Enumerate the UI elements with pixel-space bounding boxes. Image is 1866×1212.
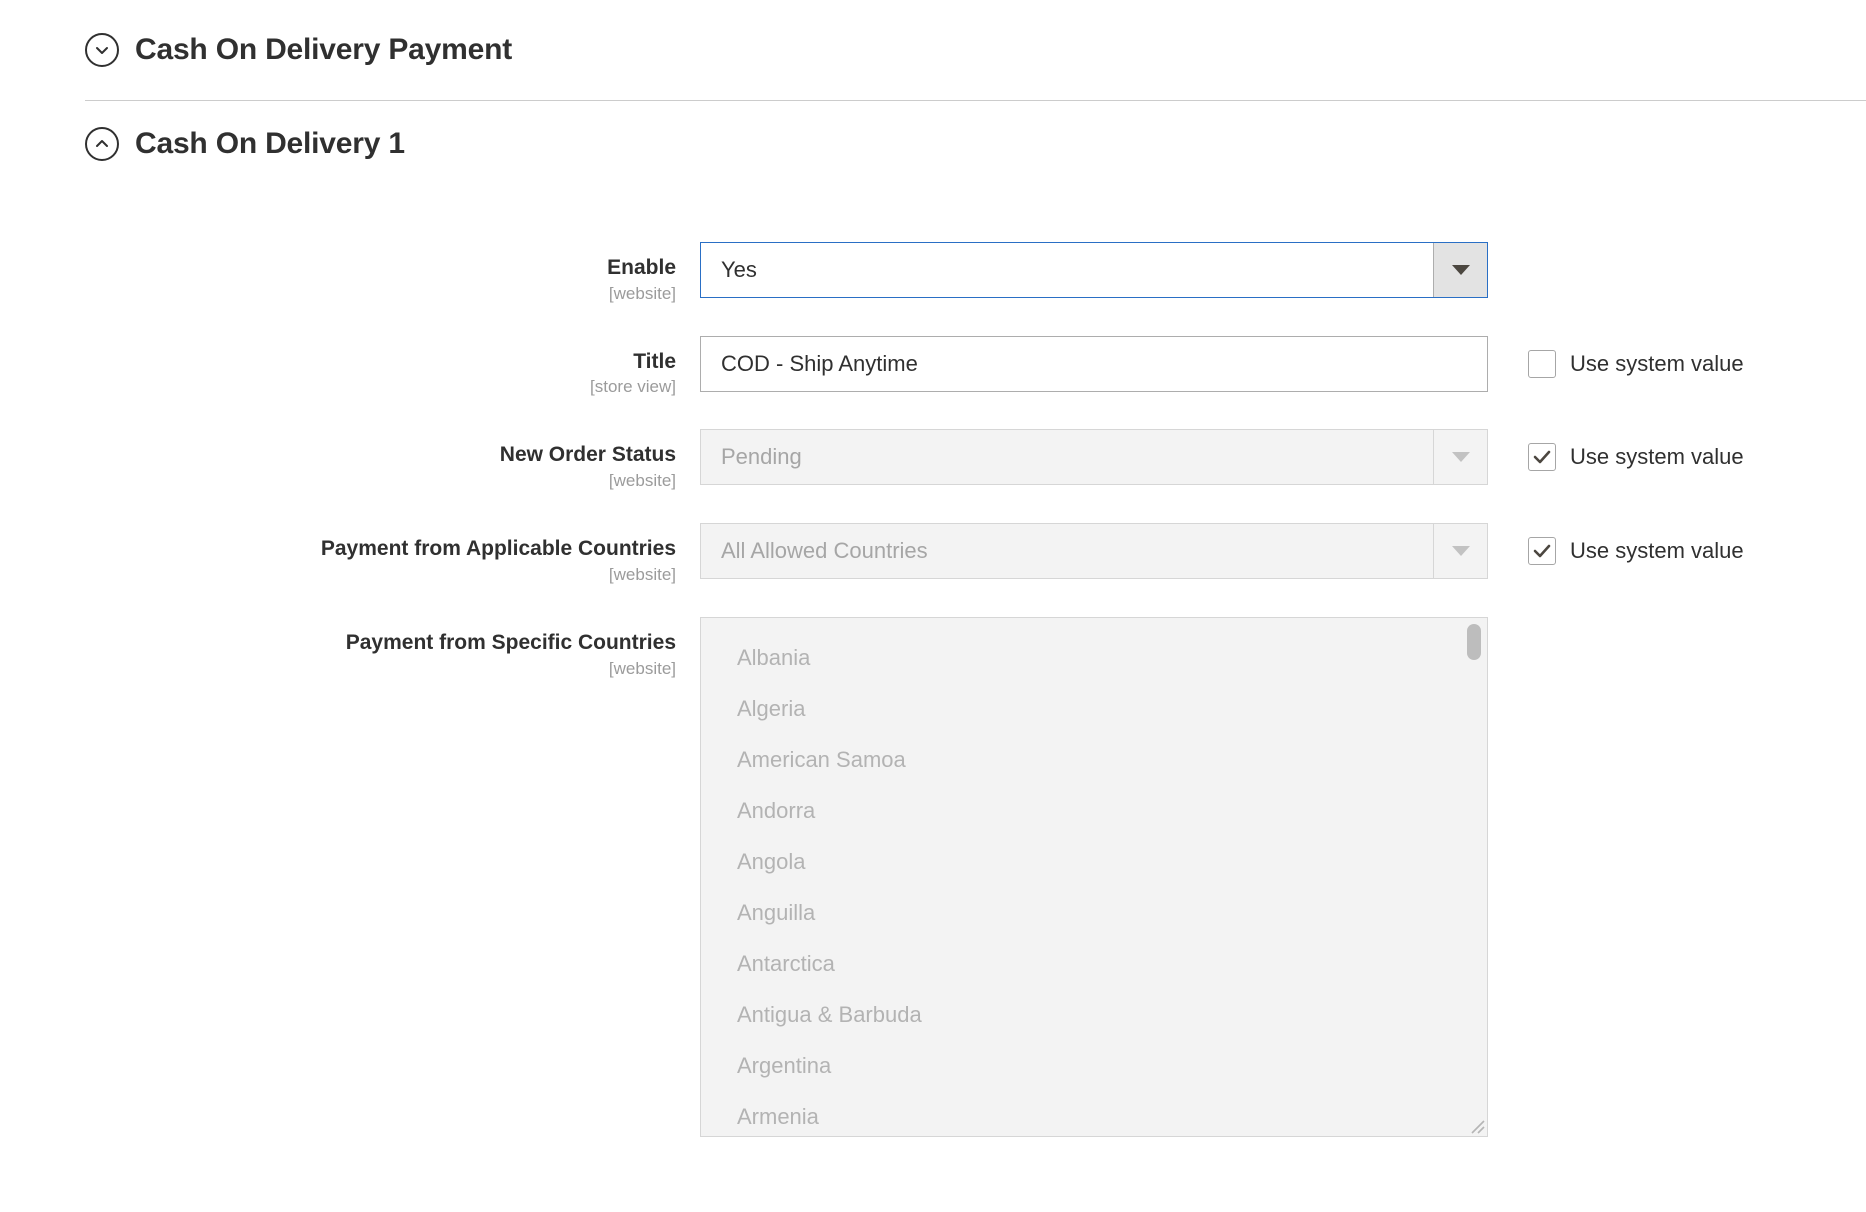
field-control-title: COD - Ship Anytime Use system value [700,336,1488,392]
chevron-down-icon [1433,524,1487,578]
field-label-new-order-status: New Order Status [website] [0,429,700,493]
multiselect-option[interactable]: American Samoa [701,734,1487,785]
field-control-new-order-status: Pending Use system value [700,429,1488,485]
chevron-down-icon [1433,430,1487,484]
field-row-enable: Enable [website] Yes [0,242,1866,306]
field-label-title: Title [store view] [0,336,700,400]
field-scope-text: [website] [0,283,676,306]
multiselect-option[interactable]: Anguilla [701,887,1487,938]
field-control-applicable-countries: All Allowed Countries Use system value [700,523,1488,579]
multiselect-option[interactable]: Argentina [701,1040,1487,1091]
multiselect-option[interactable]: Antarctica [701,938,1487,989]
use-system-value-title[interactable]: Use system value [1528,350,1744,378]
field-scope-text: [website] [0,564,676,587]
field-label-specific-countries: Payment from Specific Countries [website… [0,617,700,681]
chevron-up-circle-icon[interactable] [85,127,119,161]
field-row-new-order-status: New Order Status [website] Pending [0,429,1866,493]
enable-select[interactable]: Yes [700,242,1488,298]
field-label-applicable-countries: Payment from Applicable Countries [websi… [0,523,700,587]
multiselect-option[interactable]: Angola [701,836,1487,887]
scrollbar-thumb[interactable] [1467,624,1481,660]
multiselect-option[interactable]: Albania [701,632,1487,683]
field-control-enable: Yes [700,242,1488,298]
enable-select-value: Yes [701,257,1433,283]
new-order-status-select: Pending [700,429,1488,485]
field-label-text: Payment from Specific Countries [0,631,676,656]
field-control-specific-countries: AlbaniaAlgeriaAmerican SamoaAndorraAngol… [700,617,1488,1137]
use-system-value-label: Use system value [1570,538,1744,564]
checkbox-checked-icon[interactable] [1528,443,1556,471]
field-scope-text: [website] [0,470,676,493]
use-system-value-applicable-countries[interactable]: Use system value [1528,537,1744,565]
chevron-down-icon[interactable] [1433,243,1487,297]
field-scope-text: [website] [0,658,676,681]
section-title: Cash On Delivery 1 [135,127,405,161]
field-row-title: Title [store view] COD - Ship Anytime Us… [0,336,1866,400]
field-label-text: Payment from Applicable Countries [0,537,676,562]
field-label-text: Title [0,350,676,375]
title-input[interactable]: COD - Ship Anytime [700,336,1488,392]
multiselect-option[interactable]: Armenia [701,1091,1487,1137]
field-label-text: New Order Status [0,443,676,468]
specific-countries-multiselect[interactable]: AlbaniaAlgeriaAmerican SamoaAndorraAngol… [700,617,1488,1137]
use-system-value-label: Use system value [1570,351,1744,377]
field-label-text: Enable [0,256,676,281]
multiselect-option[interactable]: Antigua & Barbuda [701,989,1487,1040]
section-header-cash-on-delivery-payment[interactable]: Cash On Delivery Payment [0,0,1866,100]
use-system-value-label: Use system value [1570,444,1744,470]
config-payment-page: Cash On Delivery Payment Cash On Deliver… [0,0,1866,1212]
field-row-applicable-countries: Payment from Applicable Countries [websi… [0,523,1866,587]
config-form: Enable [website] Yes Title [store view] [0,187,1866,1137]
field-row-specific-countries: Payment from Specific Countries [website… [0,617,1866,1137]
multiselect-option[interactable]: Andorra [701,785,1487,836]
section-title: Cash On Delivery Payment [135,33,512,67]
field-scope-text: [store view] [0,376,676,399]
title-input-value: COD - Ship Anytime [701,351,934,377]
applicable-countries-select: All Allowed Countries [700,523,1488,579]
use-system-value-new-order-status[interactable]: Use system value [1528,443,1744,471]
applicable-countries-value: All Allowed Countries [701,538,1433,564]
multiselect-option[interactable]: Algeria [701,683,1487,734]
section-header-cash-on-delivery-1[interactable]: Cash On Delivery 1 [0,101,1866,187]
field-label-enable: Enable [website] [0,242,700,306]
chevron-down-circle-icon[interactable] [85,33,119,67]
new-order-status-value: Pending [701,444,1433,470]
checkbox-checked-icon[interactable] [1528,537,1556,565]
checkbox-unchecked-icon[interactable] [1528,350,1556,378]
